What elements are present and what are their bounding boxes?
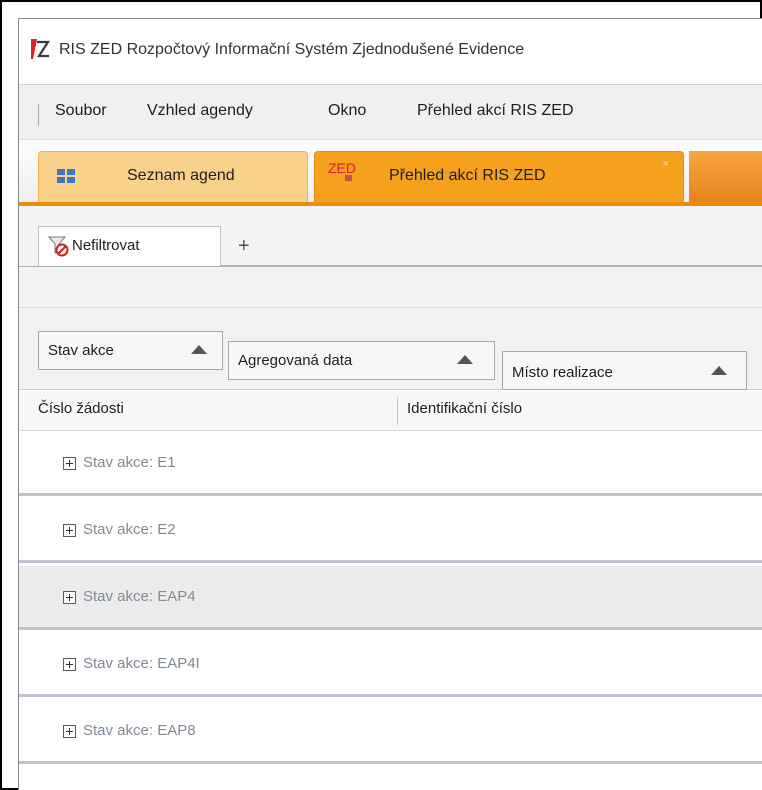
menu-bar: Soubor Vzhled agendy Okno Přehled akcí R… xyxy=(19,86,762,140)
menu-okno[interactable]: Okno xyxy=(328,102,366,120)
close-icon[interactable]: × xyxy=(663,158,669,170)
group-chip-misto-realizace[interactable]: Místo realizace xyxy=(502,351,747,390)
tab-prehled-akci-label: Přehled akcí RIS ZED xyxy=(389,167,546,184)
group-chip-label: Agregovaná data xyxy=(238,352,353,369)
screenshot-frame: RIS ZED Rozpočtový Informační Systém Zje… xyxy=(0,0,762,790)
menu-prehled-akci[interactable]: Přehled akcí RIS ZED xyxy=(417,102,574,120)
group-chip-label: Místo realizace xyxy=(512,364,613,381)
sort-ascending-icon[interactable] xyxy=(711,366,727,375)
group-row[interactable]: Stav akce: E2 xyxy=(19,499,762,563)
sort-ascending-icon[interactable] xyxy=(191,345,207,354)
group-row[interactable]: Stav akce: EAP4I xyxy=(19,633,762,697)
expand-icon[interactable] xyxy=(63,658,76,671)
filter-tab-nefiltrovat[interactable]: Nefiltrovat xyxy=(38,226,221,266)
no-filter-icon xyxy=(47,236,69,257)
title-bar: RIS ZED Rozpočtový Informační Systém Zje… xyxy=(19,19,762,85)
tab-prehled-akci[interactable]: ZED Přehled akcí RIS ZED × xyxy=(314,151,684,203)
menu-separator xyxy=(38,104,39,126)
group-panel-divider xyxy=(19,307,762,308)
column-header-row: Číslo žádosti Identifikační číslo xyxy=(19,391,762,431)
tab-seznam-agend[interactable]: Seznam agend xyxy=(38,151,308,203)
zed-icon: ZED xyxy=(328,160,355,181)
application-window: RIS ZED Rozpočtový Informační Systém Zje… xyxy=(18,18,762,790)
group-row-label: Stav akce: EAP4 xyxy=(83,588,196,605)
group-chip-label: Stav akce xyxy=(48,342,114,359)
group-row[interactable]: Stav akce: EAP4 xyxy=(19,566,762,630)
menu-soubor[interactable]: Soubor xyxy=(55,102,107,120)
group-row-label: Stav akce: E1 xyxy=(83,454,176,471)
expand-icon[interactable] xyxy=(63,591,76,604)
menu-vzhled-agendy[interactable]: Vzhled agendy xyxy=(147,102,253,120)
expand-icon[interactable] xyxy=(63,457,76,470)
data-grid: Stav akce Agregovaná data Místo realizac… xyxy=(19,266,762,790)
group-chip-agregovana-data[interactable]: Agregovaná data xyxy=(228,341,495,380)
column-separator[interactable] xyxy=(397,397,398,425)
group-by-panel: Stav akce Agregovaná data Místo realizac… xyxy=(19,267,762,390)
group-chip-stav-akce[interactable]: Stav akce xyxy=(38,331,223,370)
expand-icon[interactable] xyxy=(63,725,76,738)
window-title: RIS ZED Rozpočtový Informační Systém Zje… xyxy=(59,41,525,58)
tab-seznam-agend-label: Seznam agend xyxy=(127,167,235,184)
group-row[interactable]: Stav akce: E1 xyxy=(19,432,762,496)
sort-ascending-icon[interactable] xyxy=(457,355,473,364)
grid-icon xyxy=(57,169,75,183)
filter-tab-label: Nefiltrovat xyxy=(72,237,140,254)
expand-icon[interactable] xyxy=(63,524,76,537)
document-tabs: Seznam agend ZED Přehled akcí RIS ZED × xyxy=(19,140,762,206)
column-cislo-zadosti[interactable]: Číslo žádosti xyxy=(38,400,124,417)
tab-strip-fill xyxy=(689,151,762,203)
app-logo-icon xyxy=(31,39,51,59)
add-filter-button[interactable]: + xyxy=(238,236,250,256)
filter-tabs: Nefiltrovat + xyxy=(19,206,762,266)
group-row-label: Stav akce: E2 xyxy=(83,521,176,538)
group-row-label: Stav akce: EAP8 xyxy=(83,722,196,739)
group-row-label: Stav akce: EAP4I xyxy=(83,655,200,672)
column-identifikacni-cislo[interactable]: Identifikační číslo xyxy=(407,400,522,417)
group-row[interactable]: Stav akce: EAP8 xyxy=(19,700,762,764)
zed-icon-text: ZED xyxy=(328,160,355,176)
